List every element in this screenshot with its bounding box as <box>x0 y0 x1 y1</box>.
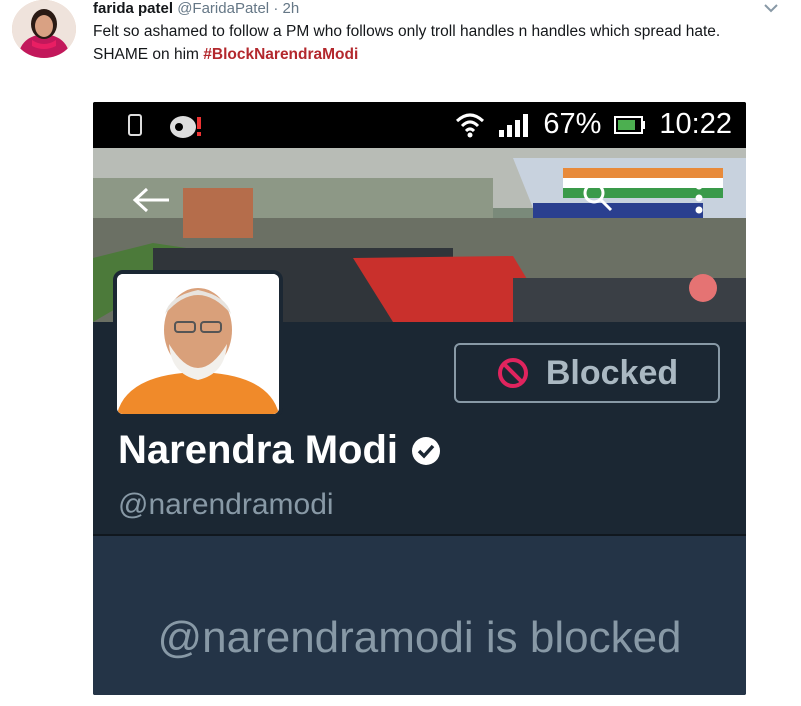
profile-display-name: Narendra Modi <box>118 428 442 473</box>
blocked-icon <box>497 358 528 388</box>
signal-icon <box>499 113 529 137</box>
back-arrow-icon[interactable] <box>131 182 171 224</box>
author-handle[interactable]: @FaridaPatel <box>177 0 269 17</box>
blocked-label: Blocked <box>545 353 679 392</box>
tweet-text-prefix: SHAME on him <box>93 46 204 63</box>
blocked-notice: @narendramodi is blocked <box>93 536 746 695</box>
battery-icon <box>614 115 646 134</box>
battery-percent: 67% <box>543 108 602 140</box>
author-name[interactable]: farida patel <box>93 0 173 17</box>
wifi-icon <box>456 113 485 137</box>
profile-screen-name: @narendramodi <box>118 488 334 521</box>
author-avatar[interactable] <box>12 0 76 58</box>
search-icon[interactable] <box>581 180 615 223</box>
hashtag-link[interactable]: #BlockNarendraModi <box>203 46 358 63</box>
more-vertical-icon[interactable] <box>693 180 705 225</box>
status-right: 67% 10:22 <box>455 108 732 141</box>
verified-badge-icon <box>412 436 441 465</box>
status-left-icons <box>125 113 215 144</box>
separator-dot: · <box>273 0 279 17</box>
cast-icon <box>170 116 201 138</box>
tweet: farida patel @FaridaPatel · 2h Felt so a… <box>0 0 801 706</box>
tweet-header: farida patel @FaridaPatel · 2h <box>93 0 299 17</box>
tweet-text-line: Felt so ashamed to follow a PM who follo… <box>93 23 721 40</box>
tweet-text-line: SHAME on him #BlockNarendraModi <box>93 43 773 66</box>
attached-screenshot[interactable]: 67% 10:22 Blocked Narendra Modi @narendr… <box>93 102 746 695</box>
profile-avatar[interactable] <box>113 270 283 418</box>
blocked-button[interactable]: Blocked <box>454 343 720 403</box>
phone-icon <box>128 114 142 136</box>
chevron-down-icon[interactable] <box>760 0 782 20</box>
tweet-text: Felt so ashamed to follow a PM who follo… <box>93 20 773 66</box>
blocked-message: @narendramodi is blocked <box>157 613 682 662</box>
tweet-timestamp[interactable]: 2h <box>282 0 299 17</box>
status-time: 10:22 <box>659 108 732 140</box>
display-name-text: Narendra Modi <box>118 428 399 472</box>
status-bar: 67% 10:22 <box>93 102 746 148</box>
